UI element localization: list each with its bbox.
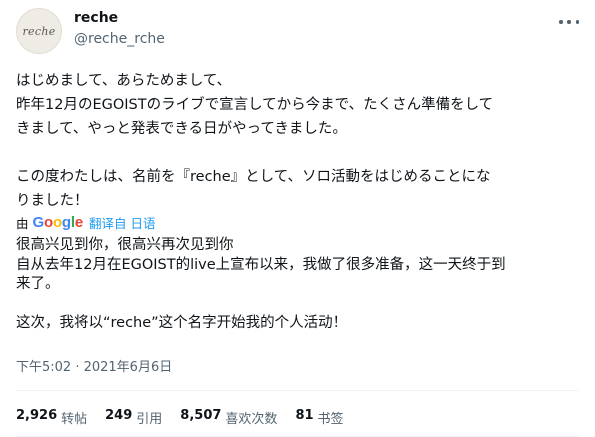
stat-bookmarks[interactable]: 81 书签 (295, 408, 343, 427)
engagement-stats: 2,926 转帖 249 引用 8,507 喜欢次数 81 书签 (16, 408, 362, 427)
stat-label: 喜欢次数 (225, 412, 278, 427)
google-logo-icon: Google (32, 213, 84, 231)
divider (16, 390, 579, 391)
stat-label: 书签 (317, 412, 344, 427)
stat-likes[interactable]: 8,507 喜欢次数 (180, 408, 277, 427)
stat-label: 引用 (136, 412, 163, 427)
stat-quotes[interactable]: 249 引用 (105, 408, 162, 427)
stat-count: 8,507 (180, 408, 222, 423)
stat-count: 249 (105, 408, 133, 423)
tweet-header: reche reche @reche_rche (16, 8, 579, 54)
stat-retweets[interactable]: 2,926 转帖 (16, 408, 87, 427)
more-options-icon[interactable] (559, 14, 579, 30)
tweet-timestamp[interactable]: 下午5:02 · 2021年6月6日 (16, 356, 172, 375)
tweet-text: はじめまして、あらためまして、 昨年12月のEGOISTのライブで宣言してから今… (16, 73, 494, 209)
translate-source-link[interactable]: 翻译自 日语 (89, 213, 155, 232)
avatar[interactable]: reche (16, 8, 62, 54)
stat-label: 转帖 (61, 412, 88, 427)
avatar-text: reche (22, 24, 56, 38)
stat-count: 2,926 (16, 408, 58, 423)
user-handle[interactable]: @reche_rche (74, 31, 165, 47)
stat-count: 81 (295, 408, 314, 423)
display-name[interactable]: reche (74, 10, 118, 26)
translation-attribution: 由 Google 翻译自 日语 (16, 211, 156, 233)
translated-by-label: 由 (16, 215, 29, 231)
translated-text: 很高兴见到你，很高兴再次见到你 自从去年12月在EGOIST的live上宣布以来… (16, 237, 506, 331)
